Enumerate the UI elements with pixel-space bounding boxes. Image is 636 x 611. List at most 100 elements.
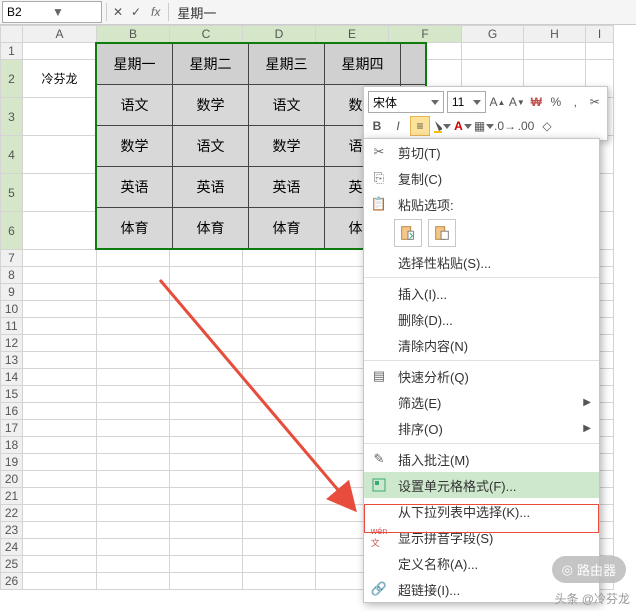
cell[interactable] [23, 386, 97, 403]
row-header[interactable]: 5 [1, 174, 23, 212]
cell[interactable] [243, 369, 316, 386]
comma-style-icon[interactable]: , [567, 93, 583, 111]
cell[interactable] [23, 573, 97, 590]
cell[interactable] [23, 212, 97, 250]
cell[interactable] [97, 522, 170, 539]
column-header[interactable]: C [170, 26, 243, 43]
row-header[interactable]: 18 [1, 437, 23, 454]
cell[interactable] [462, 43, 524, 60]
cell[interactable] [170, 573, 243, 590]
column-header[interactable]: B [97, 26, 170, 43]
menu-cut[interactable]: ✂ 剪切(T) [364, 139, 599, 165]
cell[interactable] [170, 250, 243, 267]
cell[interactable] [243, 335, 316, 352]
schedule-cell[interactable]: 英语 [97, 167, 173, 208]
cell[interactable] [170, 471, 243, 488]
column-header[interactable]: H [524, 26, 586, 43]
cell[interactable] [170, 454, 243, 471]
cell[interactable] [243, 556, 316, 573]
cell[interactable] [23, 454, 97, 471]
menu-insert[interactable]: 插入(I)... [364, 280, 599, 306]
row-header[interactable]: 26 [1, 573, 23, 590]
schedule-cell[interactable]: 数学 [173, 85, 249, 126]
cell[interactable] [97, 301, 170, 318]
cell[interactable] [170, 522, 243, 539]
menu-copy[interactable]: ⎘ 复制(C) [364, 165, 599, 191]
menu-clear-contents[interactable]: 清除内容(N) [364, 332, 599, 358]
cell[interactable] [243, 352, 316, 369]
cell[interactable] [23, 471, 97, 488]
cell[interactable] [243, 318, 316, 335]
column-header[interactable]: F [389, 26, 462, 43]
menu-insert-comment[interactable]: ✎ 插入批注(M) [364, 446, 599, 472]
name-box[interactable]: B2 ▼ [2, 1, 102, 23]
menu-show-pinyin[interactable]: wén文 显示拼音字段(S) [364, 524, 599, 550]
row-header[interactable]: 11 [1, 318, 23, 335]
cell[interactable] [170, 386, 243, 403]
cell[interactable] [97, 352, 170, 369]
cell[interactable] [23, 488, 97, 505]
column-header[interactable]: E [316, 26, 389, 43]
row-header[interactable]: 7 [1, 250, 23, 267]
cell[interactable] [23, 98, 97, 136]
cell[interactable] [243, 573, 316, 590]
cell[interactable] [97, 539, 170, 556]
cell[interactable] [97, 369, 170, 386]
cell[interactable] [170, 267, 243, 284]
cell[interactable] [23, 335, 97, 352]
row-header[interactable]: 20 [1, 471, 23, 488]
clear-format-icon[interactable]: ◇ [538, 117, 556, 135]
cell[interactable] [23, 301, 97, 318]
cancel-formula-icon[interactable]: ✕ [109, 3, 127, 21]
menu-paste-special[interactable]: 选择性粘贴(S)... [364, 249, 599, 275]
cell[interactable] [97, 284, 170, 301]
cell[interactable] [170, 301, 243, 318]
cell[interactable] [97, 556, 170, 573]
cell[interactable] [170, 505, 243, 522]
schedule-cell[interactable]: 体育 [249, 208, 325, 249]
cell[interactable] [170, 539, 243, 556]
font-size-select[interactable]: 11 [447, 91, 486, 113]
cell[interactable] [23, 318, 97, 335]
row-header[interactable]: 12 [1, 335, 23, 352]
cell[interactable] [23, 369, 97, 386]
cell[interactable] [170, 488, 243, 505]
decrease-decimal-icon[interactable]: .0→ [496, 117, 514, 135]
cell[interactable] [243, 488, 316, 505]
menu-format-cells[interactable]: 设置单元格格式(F)... [364, 472, 599, 498]
cell[interactable] [23, 420, 97, 437]
cell[interactable] [23, 539, 97, 556]
column-header[interactable]: G [462, 26, 524, 43]
menu-sort[interactable]: 排序(O) ▶ [364, 415, 599, 441]
cell[interactable] [243, 437, 316, 454]
cell[interactable] [23, 174, 97, 212]
cell[interactable] [170, 284, 243, 301]
cell[interactable] [97, 318, 170, 335]
schedule-cell[interactable]: 体育 [173, 208, 249, 249]
cell[interactable] [23, 403, 97, 420]
menu-delete[interactable]: 删除(D)... [364, 306, 599, 332]
borders-icon[interactable]: ▦ [475, 117, 493, 135]
cell[interactable] [23, 556, 97, 573]
cell[interactable] [243, 505, 316, 522]
row-header[interactable]: 8 [1, 267, 23, 284]
cell[interactable] [170, 556, 243, 573]
row-header[interactable]: 6 [1, 212, 23, 250]
column-header[interactable]: I [586, 26, 614, 43]
cell[interactable] [170, 318, 243, 335]
cell[interactable] [23, 250, 97, 267]
schedule-cell[interactable]: 体育 [97, 208, 173, 249]
schedule-header-cell[interactable] [401, 44, 426, 85]
column-header[interactable]: A [23, 26, 97, 43]
schedule-cell[interactable]: 语文 [97, 85, 173, 126]
row-header[interactable]: 10 [1, 301, 23, 318]
cell[interactable] [97, 267, 170, 284]
row-header[interactable]: 22 [1, 505, 23, 522]
cell[interactable] [243, 454, 316, 471]
cell[interactable] [243, 267, 316, 284]
cell[interactable] [23, 284, 97, 301]
schedule-header-cell[interactable]: 星期二 [173, 44, 249, 85]
name-box-dropdown-icon[interactable]: ▼ [52, 5, 97, 19]
schedule-cell[interactable]: 数学 [97, 126, 173, 167]
cell[interactable] [170, 352, 243, 369]
